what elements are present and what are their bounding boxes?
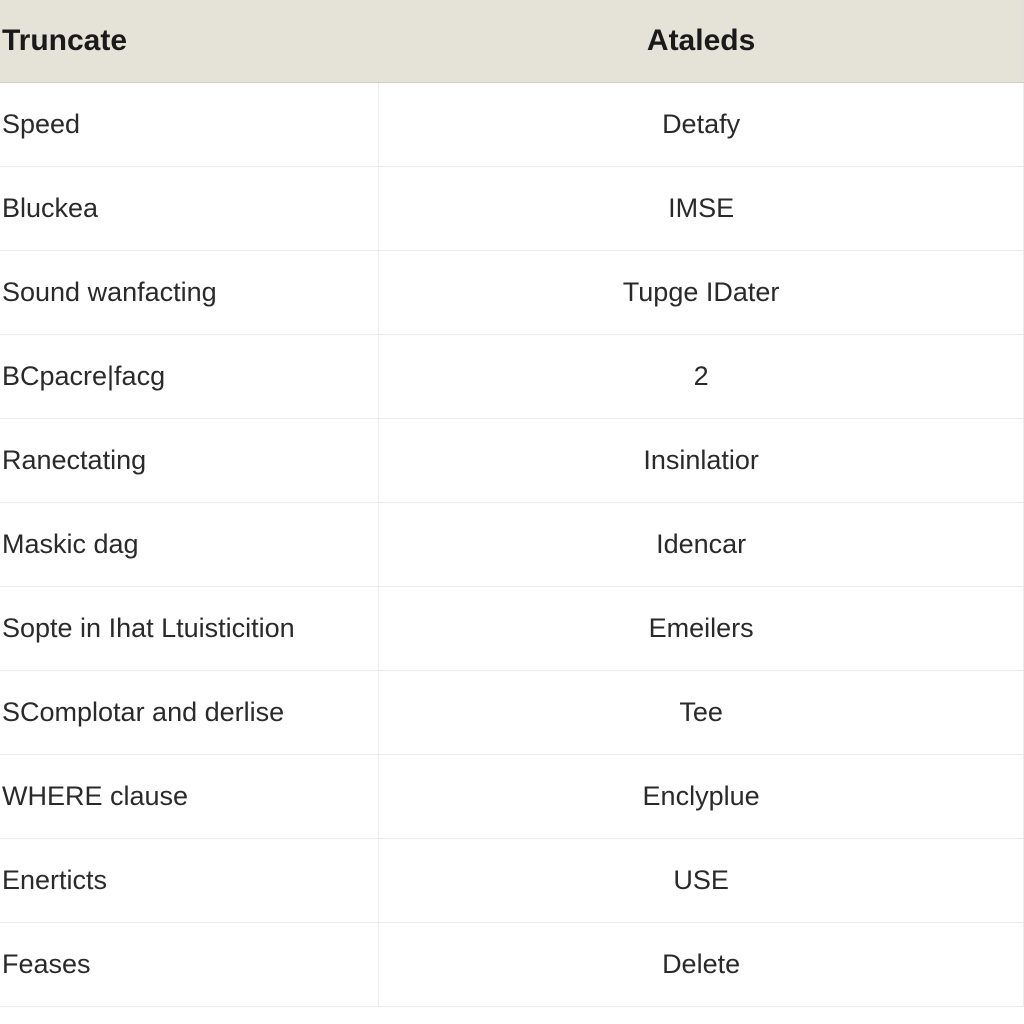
cell-col1: Speed	[0, 83, 379, 167]
column-header-ataleds[interactable]: Ataleds	[379, 0, 1024, 83]
cell-col2: Emeilers	[379, 587, 1024, 671]
table-row[interactable]: WHERE clause Enclyplue	[0, 755, 1024, 839]
data-table: Truncate Ataleds Speed Detafy Bluckea IM…	[0, 0, 1024, 1007]
table-row[interactable]: BCpacre|facg 2	[0, 335, 1024, 419]
cell-col2: 2	[379, 335, 1024, 419]
cell-col1: Sound wanfacting	[0, 251, 379, 335]
table-row[interactable]: SComplotar and derlise Tee	[0, 671, 1024, 755]
cell-col1: Bluckea	[0, 167, 379, 251]
cell-col1: Sopte in Ihat Ltuisticition	[0, 587, 379, 671]
table-row[interactable]: Bluckea IMSE	[0, 167, 1024, 251]
cell-col1: BCpacre|facg	[0, 335, 379, 419]
cell-col2: Delete	[379, 923, 1024, 1007]
cell-col2: IMSE	[379, 167, 1024, 251]
table-header-row: Truncate Ataleds	[0, 0, 1024, 83]
cell-col2: Insinlatior	[379, 419, 1024, 503]
cell-col1: WHERE clause	[0, 755, 379, 839]
cell-col1: Maskic dag	[0, 503, 379, 587]
cell-col1: Ranectating	[0, 419, 379, 503]
table-row[interactable]: Sopte in Ihat Ltuisticition Emeilers	[0, 587, 1024, 671]
cell-col1: Feases	[0, 923, 379, 1007]
column-header-truncate[interactable]: Truncate	[0, 0, 379, 83]
cell-col1: Enerticts	[0, 839, 379, 923]
cell-col2: Detafy	[379, 83, 1024, 167]
table-row[interactable]: Ranectating Insinlatior	[0, 419, 1024, 503]
cell-col2: Idencar	[379, 503, 1024, 587]
cell-col1: SComplotar and derlise	[0, 671, 379, 755]
table-row[interactable]: Enerticts USE	[0, 839, 1024, 923]
table-row[interactable]: Speed Detafy	[0, 83, 1024, 167]
cell-col2: Tupge IDater	[379, 251, 1024, 335]
cell-col2: Tee	[379, 671, 1024, 755]
table-body: Speed Detafy Bluckea IMSE Sound wanfacti…	[0, 83, 1024, 1007]
table-row[interactable]: Maskic dag Idencar	[0, 503, 1024, 587]
cell-col2: USE	[379, 839, 1024, 923]
cell-col2: Enclyplue	[379, 755, 1024, 839]
table-row[interactable]: Feases Delete	[0, 923, 1024, 1007]
table-row[interactable]: Sound wanfacting Tupge IDater	[0, 251, 1024, 335]
